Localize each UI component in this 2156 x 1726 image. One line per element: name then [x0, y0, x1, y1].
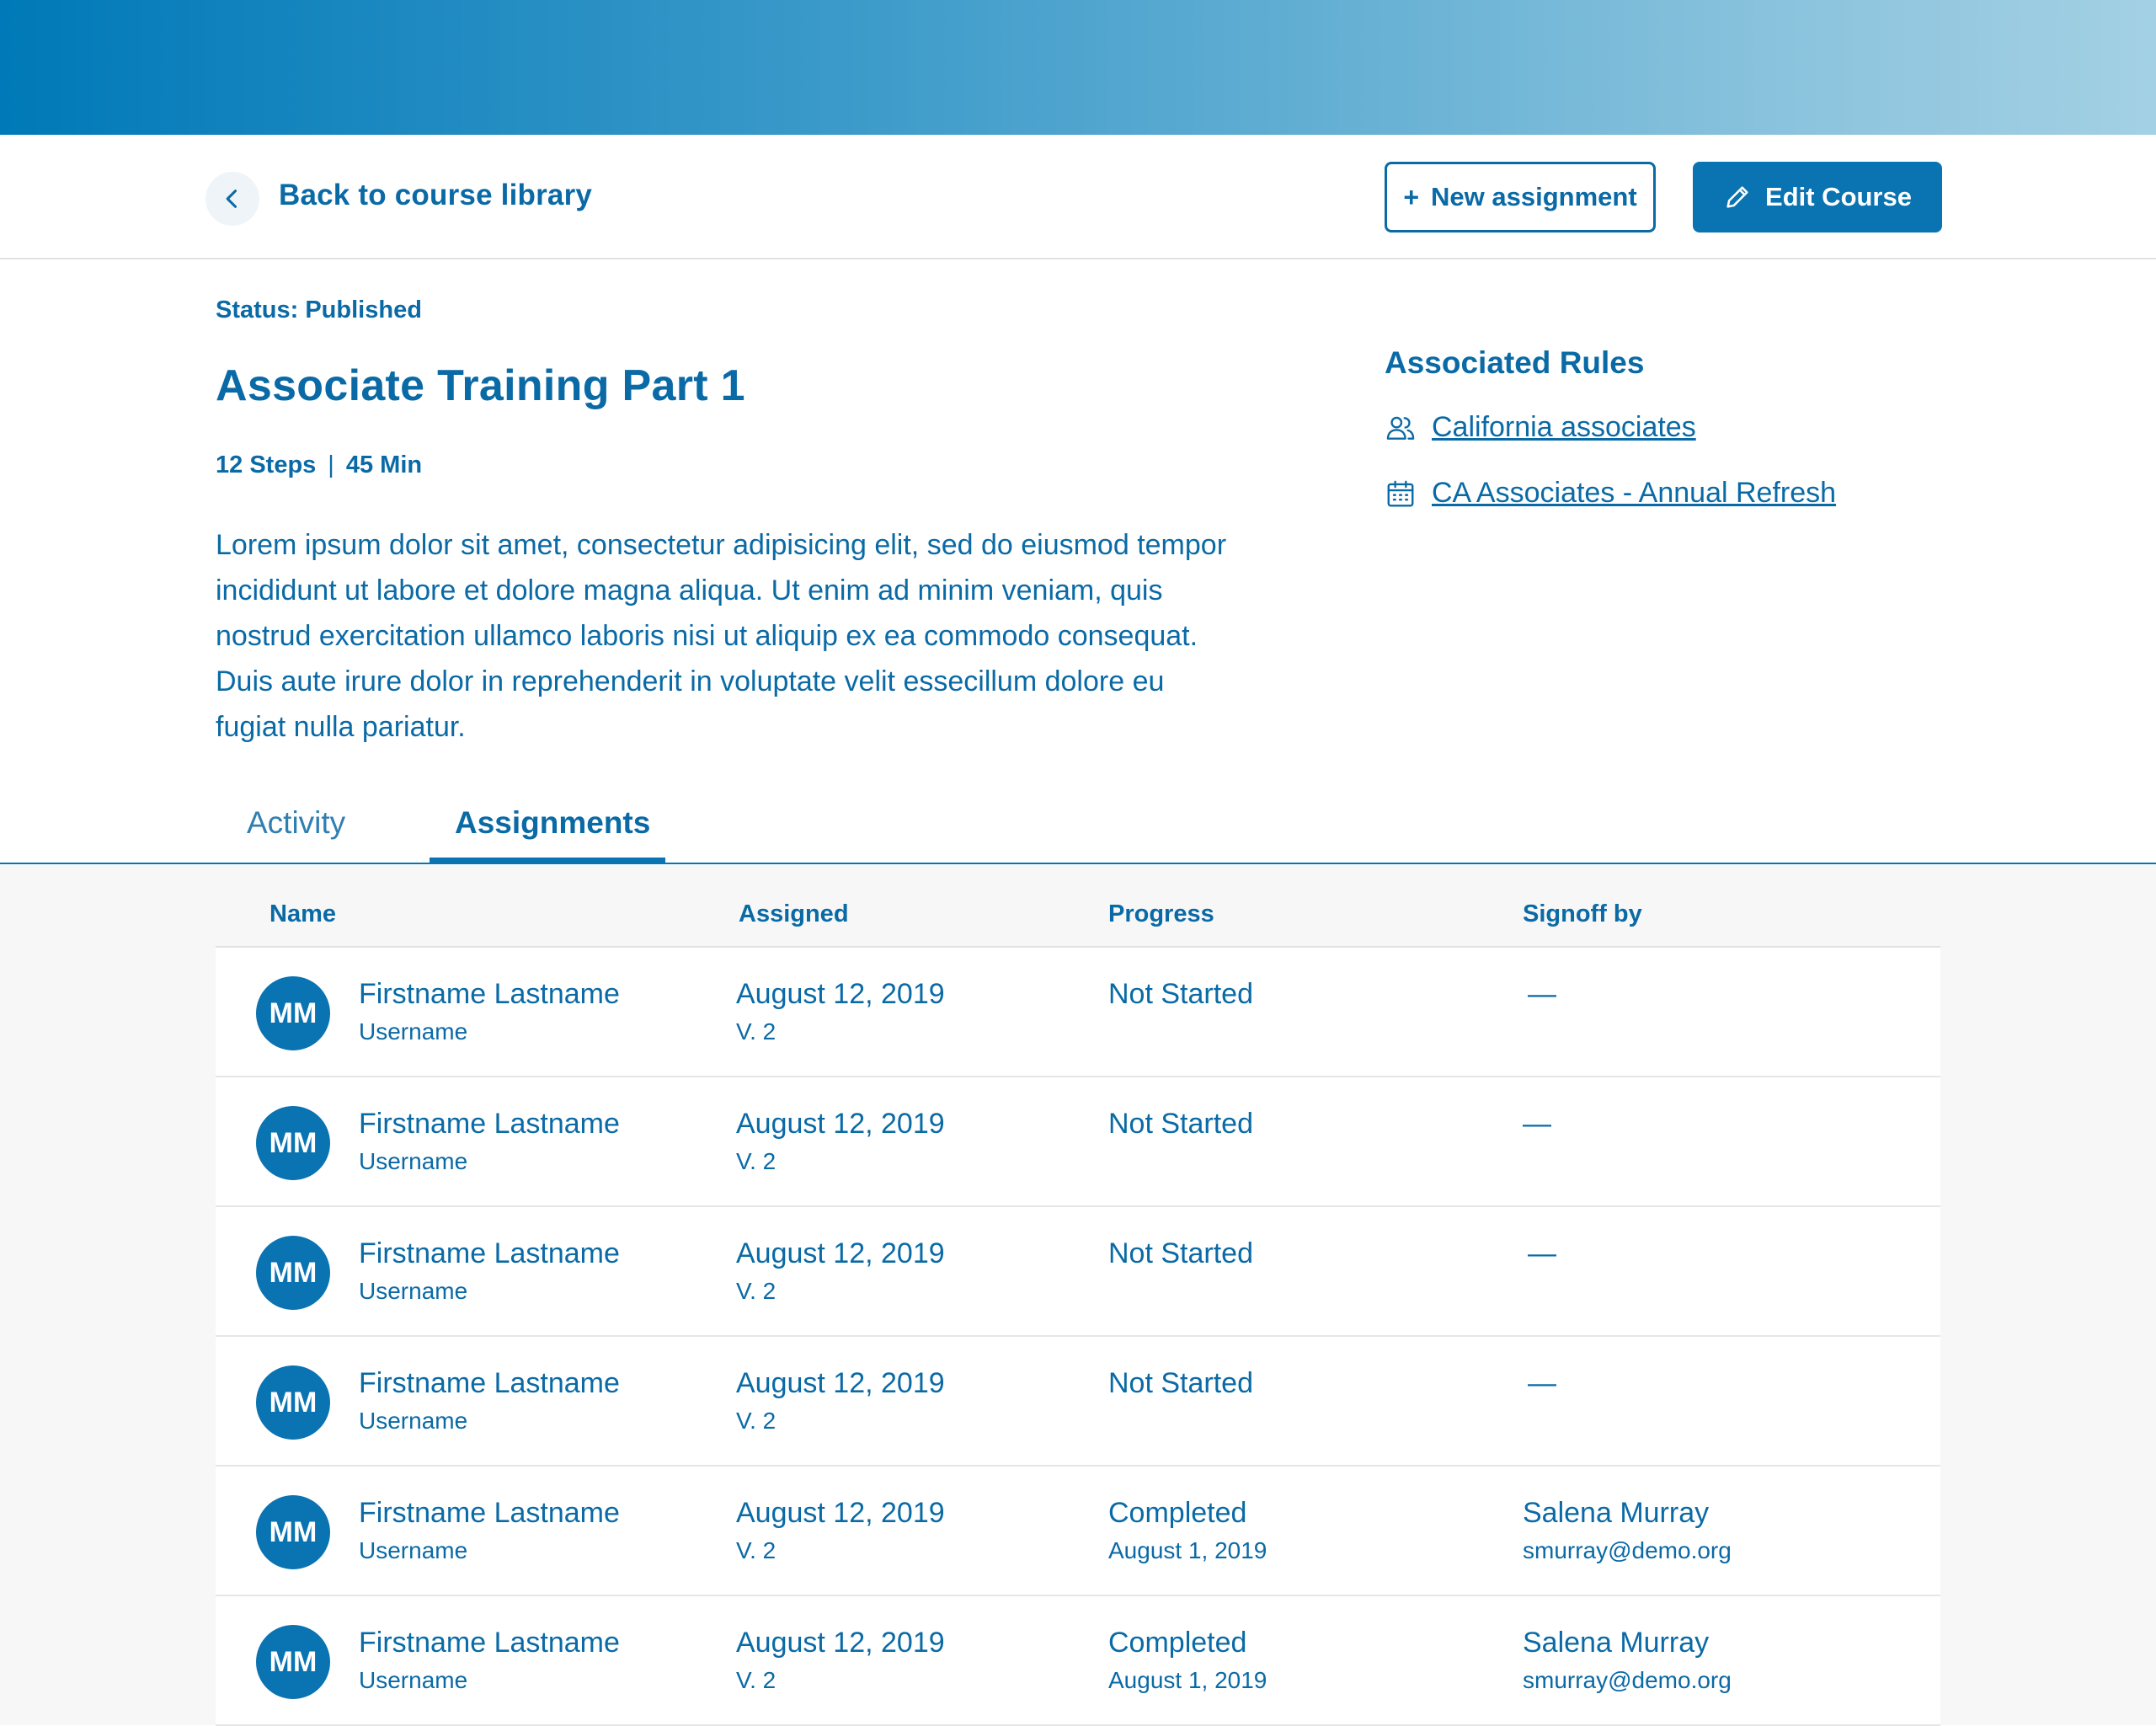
rule-link-ca-annual-refresh[interactable]: CA Associates - Annual Refresh: [1385, 477, 1836, 510]
assignee-name: Firstname Lastname: [359, 1237, 620, 1269]
signoff-email: smurray@demo.org: [1523, 1667, 1732, 1693]
column-header-assigned[interactable]: Assigned: [739, 900, 849, 928]
pencil-icon: [1726, 186, 1748, 208]
assigned-date: August 12, 2019: [736, 1497, 945, 1529]
progress-date: August 1, 2019: [1108, 1667, 1267, 1693]
course-title: Associate Training Part 1: [216, 361, 745, 410]
signoff-name: Salena Murray: [1523, 1497, 1710, 1529]
avatar: MM: [256, 1625, 330, 1699]
assigned-version: V. 2: [736, 1278, 776, 1304]
course-duration: 45 Min: [345, 452, 423, 478]
table-row[interactable]: MM Firstname Lastname Username August 12…: [216, 1596, 1940, 1726]
signoff-name: —: [1528, 1237, 1556, 1269]
assigned-version: V. 2: [736, 1018, 776, 1045]
assigned-version: V. 2: [736, 1667, 776, 1693]
signoff-name: Salena Murray: [1523, 1627, 1710, 1659]
assigned-version: V. 2: [736, 1537, 776, 1563]
course-steps: 12 Steps: [216, 452, 317, 478]
course-meta: 12 Steps | 45 Min: [216, 452, 422, 479]
progress-status: Completed: [1108, 1497, 1247, 1529]
table-row[interactable]: MM Firstname Lastname Username August 12…: [216, 1337, 1940, 1467]
calendar-icon: [1387, 480, 1414, 506]
tab-activity[interactable]: Activity: [247, 805, 345, 841]
assignee-name: Firstname Lastname: [359, 1108, 620, 1140]
signoff-name: —: [1523, 1108, 1551, 1140]
progress-date: August 1, 2019: [1108, 1537, 1267, 1563]
progress-status: Completed: [1108, 1627, 1247, 1659]
assignee-username: Username: [359, 1408, 468, 1434]
associated-rules-title: Associated Rules: [1385, 345, 1645, 380]
column-header-name[interactable]: Name: [270, 900, 336, 928]
course-status: Status: Published: [216, 297, 422, 323]
table-row[interactable]: MM Firstname Lastname Username August 12…: [216, 1207, 1940, 1337]
assignee-name: Firstname Lastname: [359, 1627, 620, 1659]
avatar: MM: [256, 1106, 330, 1180]
progress-status: Not Started: [1108, 1237, 1253, 1269]
header-banner: [0, 0, 2156, 135]
course-toolbar: Back to course library + New assignment …: [0, 135, 2156, 259]
meta-separator: |: [328, 452, 334, 478]
course-description: Lorem ipsum dolor sit amet, consectetur …: [216, 529, 1227, 743]
chevron-left-icon: [226, 190, 237, 208]
rule-label: California associates: [1432, 411, 1696, 443]
active-tab-indicator: [430, 858, 665, 863]
course-tabs: Activity Assignments: [0, 792, 2156, 864]
assigned-date: August 12, 2019: [736, 1367, 945, 1399]
assignee-username: Username: [359, 1148, 468, 1174]
assignee-username: Username: [359, 1018, 468, 1045]
signoff-name: —: [1528, 978, 1556, 1010]
assigned-date: August 12, 2019: [736, 978, 945, 1010]
assigned-version: V. 2: [736, 1148, 776, 1174]
table-header: Name Assigned Progress Signoff by: [216, 865, 1940, 948]
avatar: MM: [256, 1236, 330, 1310]
assigned-version: V. 2: [736, 1408, 776, 1434]
back-to-library-link[interactable]: Back to course library: [279, 179, 592, 212]
edit-course-label: Edit Course: [1765, 182, 1912, 211]
plus-icon: +: [1403, 181, 1420, 212]
table-body: MM Firstname Lastname Username August 12…: [216, 948, 1940, 1726]
progress-status: Not Started: [1108, 1367, 1253, 1399]
new-assignment-button[interactable]: + New assignment: [1385, 162, 1656, 232]
table-row[interactable]: MM Firstname Lastname Username August 12…: [216, 1467, 1940, 1596]
progress-status: Not Started: [1108, 978, 1253, 1010]
assigned-date: August 12, 2019: [736, 1627, 945, 1659]
new-assignment-label: New assignment: [1431, 182, 1637, 211]
avatar: MM: [256, 976, 330, 1050]
table-row[interactable]: MM Firstname Lastname Username August 12…: [216, 1077, 1940, 1207]
assignee-username: Username: [359, 1278, 468, 1304]
column-header-progress[interactable]: Progress: [1108, 900, 1214, 928]
users-icon: [1386, 416, 1415, 440]
signoff-name: —: [1528, 1367, 1556, 1399]
column-header-signoff[interactable]: Signoff by: [1523, 900, 1642, 928]
assigned-date: August 12, 2019: [736, 1237, 945, 1269]
signoff-email: smurray@demo.org: [1523, 1537, 1732, 1563]
assignee-name: Firstname Lastname: [359, 978, 620, 1010]
assignments-table: Name Assigned Progress Signoff by MM Fir…: [0, 865, 2156, 1726]
rule-label: CA Associates - Annual Refresh: [1432, 477, 1837, 509]
tab-assignments[interactable]: Assignments: [455, 805, 650, 841]
assignee-username: Username: [359, 1537, 468, 1563]
edit-course-button[interactable]: Edit Course: [1693, 162, 1942, 232]
assignee-name: Firstname Lastname: [359, 1497, 620, 1529]
assignee-username: Username: [359, 1667, 468, 1693]
assignee-name: Firstname Lastname: [359, 1367, 620, 1399]
avatar: MM: [256, 1495, 330, 1569]
back-button[interactable]: [205, 172, 259, 226]
progress-status: Not Started: [1108, 1108, 1253, 1140]
rule-link-california-associates[interactable]: California associates: [1385, 411, 1696, 444]
assigned-date: August 12, 2019: [736, 1108, 945, 1140]
table-row[interactable]: MM Firstname Lastname Username August 12…: [216, 948, 1940, 1077]
avatar: MM: [256, 1365, 330, 1440]
